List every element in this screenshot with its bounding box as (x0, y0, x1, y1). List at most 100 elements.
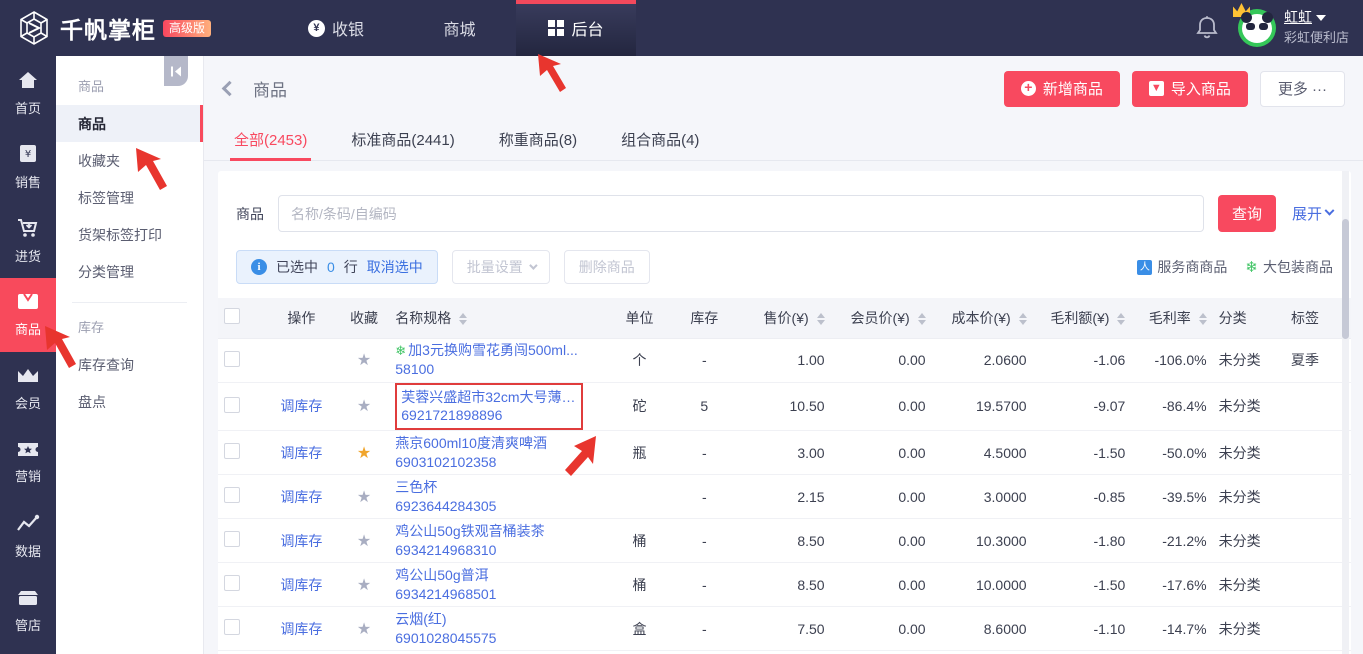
adjust-stock-button[interactable]: 调库存 (280, 621, 322, 637)
goods-name-block[interactable]: 芙蓉兴盛超市32cm大号薄购物...6921721898896 (395, 382, 584, 431)
sort-icon[interactable] (1018, 313, 1027, 326)
col-price[interactable]: 售价(¥) (738, 298, 831, 339)
goods-barcode: 6903102102358 (395, 453, 497, 470)
import-goods-button[interactable]: ▼ 导入商品 (1131, 70, 1248, 107)
goods-name-block[interactable]: 燕京600ml10度清爽啤酒 6903102102358 (395, 434, 603, 470)
chevron-down-icon (528, 261, 538, 270)
row-checkbox[interactable] (224, 619, 240, 636)
user-account-menu[interactable]: 虹虹 彩虹便利店 (1232, 3, 1349, 48)
brand-logo[interactable]: 千帆掌柜 高级版 (0, 8, 276, 48)
col-name-spec[interactable]: 名称规格 (389, 298, 609, 339)
table-row[interactable]: 调库存 ★ 三色杯 6923644284305 -2.15 0.00 3.0000 -0.85… (218, 474, 1351, 520)
table-row[interactable]: 调库存 ★ 燕京600ml10度清爽啤酒 6903102102358 瓶 -3.00 0.0… (218, 430, 1351, 476)
submenu-item-favorites[interactable]: 收藏夹 (56, 142, 203, 179)
favorite-star-icon[interactable]: ★ (357, 352, 371, 369)
table-scrollbar-thumb[interactable] (1342, 219, 1349, 339)
favorite-star-icon[interactable]: ★ (357, 489, 371, 506)
goods-name[interactable]: ❄ 加3元换购雪花勇闯500ml... (395, 341, 603, 360)
goods-name[interactable]: 三色杯 (395, 478, 603, 497)
goods-name[interactable]: 云烟(红) (395, 610, 603, 629)
table-row[interactable]: 调库存 ★ 鸡公山50g铁观音桶装茶 6934214968310 桶 -8.50 0.00 1… (218, 518, 1351, 564)
goods-name-block[interactable]: 三色杯 6923644284305 (395, 478, 603, 514)
sidebar-item-goods[interactable]: 商品 (0, 278, 56, 352)
table-row[interactable]: 调库存 ★ 鸡公山50g普洱 6934214968501 桶 -8.50 0.00 10.00… (218, 562, 1351, 608)
row-checkbox[interactable] (224, 396, 240, 413)
submenu-item-tag-management[interactable]: 标签管理 (56, 179, 203, 216)
row-checkbox[interactable] (224, 443, 240, 460)
collapse-left-icon[interactable] (164, 56, 188, 86)
sidebar-item-home[interactable]: 首页 (0, 56, 56, 130)
goods-name-block[interactable]: 鸡公山50g铁观音桶装茶 6934214968310 (395, 522, 603, 558)
row-profit-rate-cell: -106.0% (1131, 338, 1213, 383)
chevron-down-icon[interactable] (1315, 14, 1326, 21)
favorite-star-icon[interactable]: ★ (357, 577, 371, 594)
col-profit[interactable]: 毛利额(¥) (1032, 298, 1132, 339)
sidebar-item-data[interactable]: 数据 (0, 500, 56, 574)
submenu-item-stocktaking[interactable]: 盘点 (56, 383, 203, 420)
submenu-item-shelf-label-print[interactable]: 货架标签打印 (56, 216, 203, 253)
goods-name[interactable]: 芙蓉兴盛超市32cm大号薄购物... (401, 388, 577, 407)
sidebar-item-store[interactable]: 管店 (0, 574, 56, 648)
selection-count: 0 (327, 259, 335, 275)
table-row[interactable]: ★ ❄ 加3元换购雪花勇闯500ml... 58100 个 -1.00 0.00 2.0600… (218, 338, 1351, 383)
row-checkbox[interactable] (224, 575, 240, 592)
sort-icon[interactable] (816, 313, 825, 326)
tab-combo[interactable]: 组合商品(4) (599, 129, 721, 160)
col-cost-price[interactable]: 成本价(¥) (931, 298, 1033, 339)
goods-name[interactable]: 燕京600ml10度清爽啤酒 (395, 434, 603, 453)
table-row[interactable]: 调库存 ★ 芙蓉兴盛超市32cm大号薄购物...6921721898896 砣510.… (218, 382, 1351, 432)
row-member-price-cell: 0.00 (830, 382, 932, 432)
tab-weighed[interactable]: 称重商品(8) (477, 129, 599, 160)
sidebar-item-sales[interactable]: ¥ 销售 (0, 130, 56, 204)
goods-name[interactable]: 鸡公山50g普洱 (395, 566, 603, 585)
expand-filters-button[interactable]: 展开 (1292, 203, 1335, 224)
crown-icon (16, 367, 40, 388)
add-goods-button[interactable]: + 新增商品 (1003, 70, 1120, 107)
nav-item-mall[interactable]: 商城 (396, 0, 516, 56)
submenu-item-goods[interactable]: 商品 (56, 105, 203, 142)
goods-name-block[interactable]: ❄ 加3元换购雪花勇闯500ml... 58100 (395, 341, 603, 377)
sort-icon[interactable] (1198, 313, 1207, 326)
favorite-star-icon[interactable]: ★ (357, 621, 371, 638)
search-input[interactable] (278, 195, 1204, 232)
table-row[interactable]: 调库存 ★ 云烟(红) 6901028045575 盒 -7.50 0.00 8.6000 -1… (218, 606, 1351, 652)
row-checkbox[interactable] (224, 487, 240, 504)
favorite-star-icon[interactable]: ★ (357, 533, 371, 550)
submenu-item-category-management[interactable]: 分类管理 (56, 253, 203, 290)
back-chevron-icon[interactable] (221, 80, 238, 97)
adjust-stock-button[interactable]: 调库存 (280, 577, 322, 593)
more-button[interactable]: 更多 ··· (1259, 70, 1345, 107)
favorite-star-icon[interactable]: ★ (357, 398, 371, 415)
cancel-selection-button[interactable]: 取消选中 (367, 257, 423, 277)
goods-name-block[interactable]: 云烟(红) 6901028045575 (395, 610, 603, 646)
goods-name-block[interactable]: 鸡公山50g普洱 6934214968501 (395, 566, 603, 602)
goods-name[interactable]: 鸡公山50g铁观音桶装茶 (395, 522, 603, 541)
adjust-stock-button[interactable]: 调库存 (280, 398, 322, 414)
sort-icon[interactable] (459, 313, 468, 326)
row-checkbox[interactable] (224, 531, 240, 548)
adjust-stock-button[interactable]: 调库存 (280, 445, 322, 461)
nav-item-backend[interactable]: 后台 (516, 0, 636, 56)
cart-icon (16, 217, 40, 241)
sort-icon[interactable] (917, 313, 926, 326)
bell-icon[interactable] (1194, 14, 1220, 42)
tab-standard[interactable]: 标准商品(2441) (329, 129, 476, 160)
submenu-item-stock-query[interactable]: 库存查询 (56, 346, 203, 383)
adjust-stock-button[interactable]: 调库存 (280, 533, 322, 549)
batch-setting-button[interactable]: 批量设置 (451, 250, 550, 284)
select-all-checkbox[interactable] (224, 308, 240, 325)
row-checkbox[interactable] (224, 350, 240, 367)
sidebar-item-purchase[interactable]: 进货 (0, 204, 56, 278)
nav-item-cashier[interactable]: ¥ 收银 (276, 0, 396, 56)
search-button[interactable]: 查询 (1217, 195, 1276, 232)
sort-icon[interactable] (1117, 313, 1126, 326)
sidebar-item-member[interactable]: 会员 (0, 352, 56, 426)
submenu-item-favorites-label: 收藏夹 (78, 152, 120, 169)
tab-all[interactable]: 全部(2453) (212, 129, 329, 161)
favorite-star-icon[interactable]: ★ (357, 445, 371, 462)
col-profit-rate[interactable]: 毛利率 (1131, 298, 1213, 339)
delete-goods-button[interactable]: 删除商品 (563, 250, 650, 284)
col-member-price[interactable]: 会员价(¥) (830, 298, 932, 339)
sidebar-item-marketing[interactable]: 营销 (0, 426, 56, 500)
adjust-stock-button[interactable]: 调库存 (280, 489, 322, 505)
